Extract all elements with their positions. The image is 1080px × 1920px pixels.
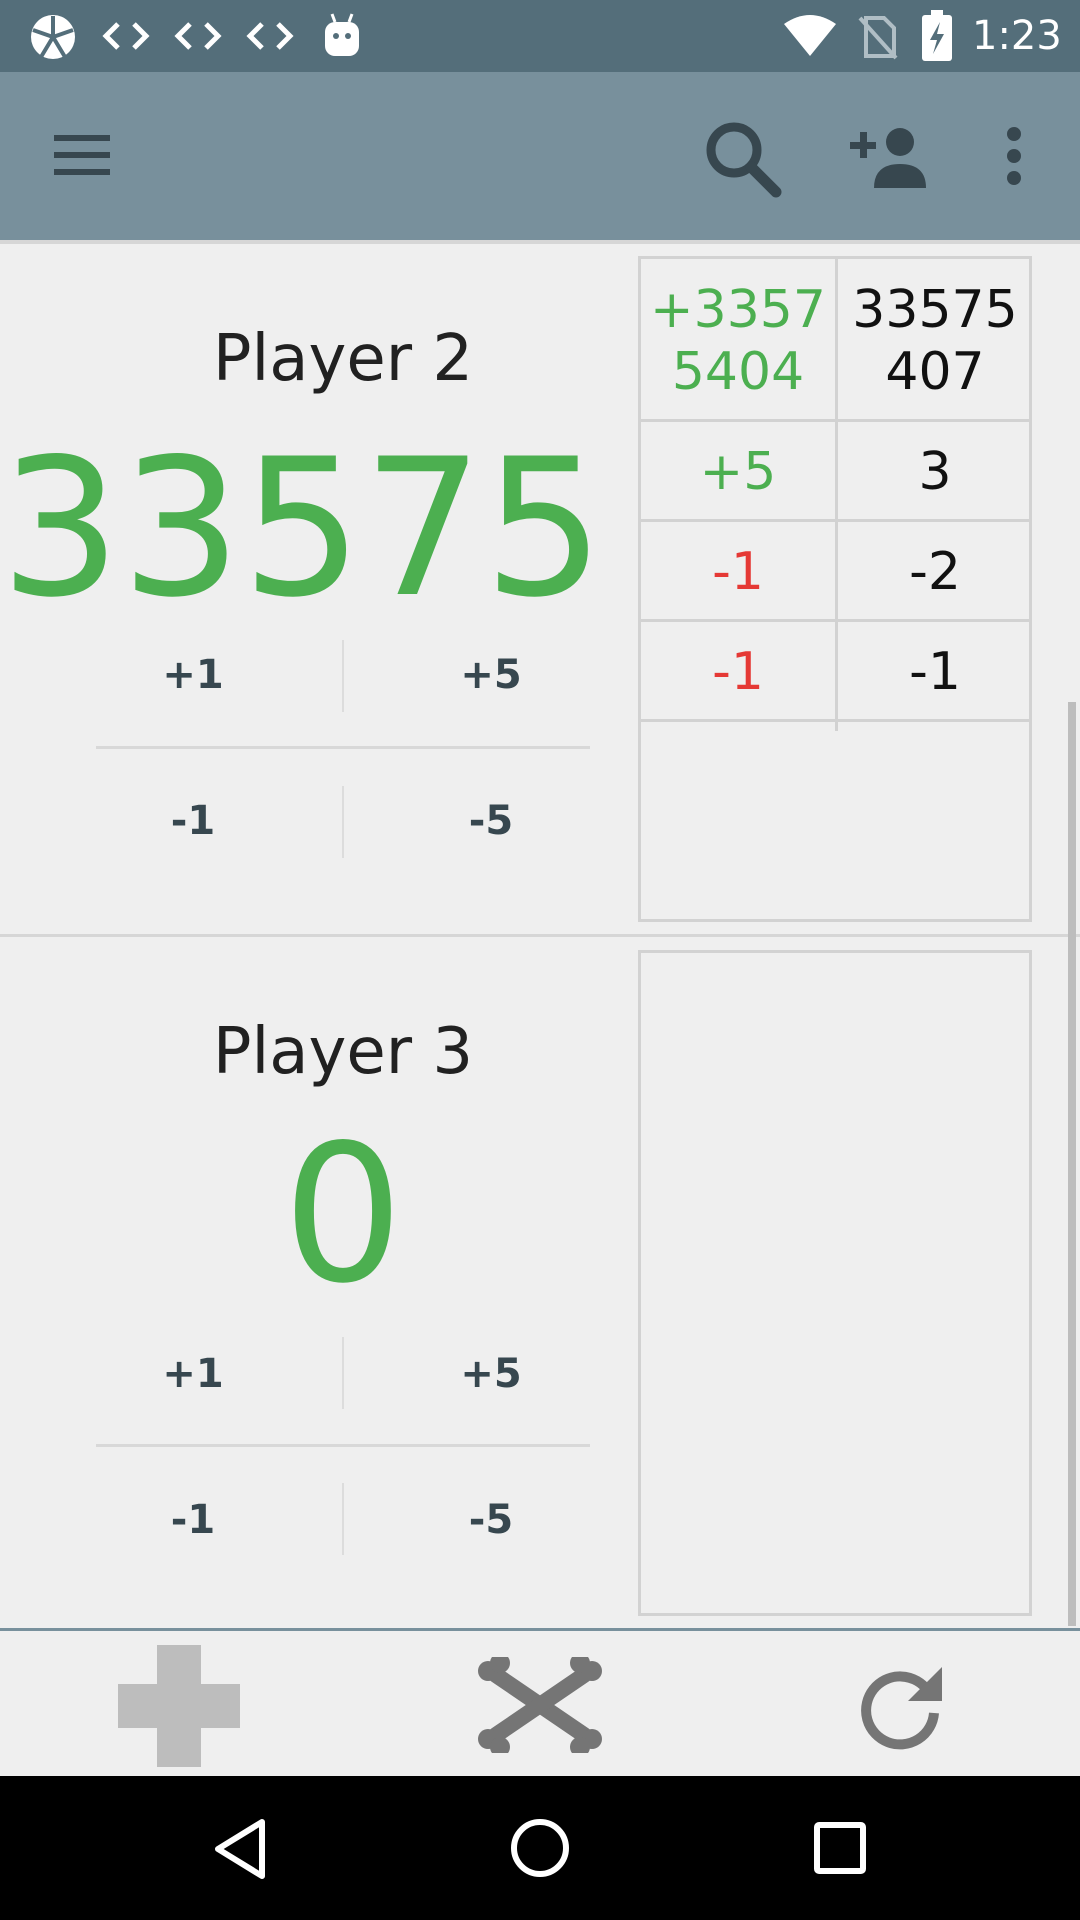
score-history-table[interactable] [638,950,1032,1616]
more-vert-icon[interactable] [998,124,1030,188]
app-logo-icon [31,15,75,59]
row-divider [641,519,1029,522]
button-divider [342,786,344,858]
add-person-icon[interactable] [848,122,928,192]
minus-one-button[interactable]: -1 [93,798,293,844]
row-divider [641,619,1029,622]
scrollbar[interactable] [1068,702,1076,1626]
row-divider [641,419,1029,422]
player-card: Player 3 0 +1 +5 -1 -5 [0,937,1080,1627]
bottom-toolbar [0,1628,1080,1779]
wifi-icon [784,15,836,56]
code-icon [246,22,294,50]
navigation-bar [0,1776,1080,1920]
status-time: 1:23 [972,13,1062,59]
button-divider [342,1337,344,1409]
history-delta-cell: -1 [712,642,764,702]
refresh-icon[interactable] [856,1661,946,1751]
history-delta-cell: +3357 5404 [650,280,826,402]
history-total-cell: 3 [918,442,952,502]
plus-five-button[interactable]: +5 [391,1351,591,1397]
battery-charging-icon [922,10,952,61]
code-icon [174,22,222,50]
history-total-cell: 33575 407 [852,280,1018,402]
button-divider [342,640,344,712]
history-total-cell: -1 [909,642,961,702]
android-icon [325,13,359,56]
plus-one-button[interactable]: +1 [93,1351,293,1397]
score-history-table[interactable]: +3357 5404 33575 407 +5 3 -1 -2 -1 -1 [638,256,1032,922]
button-row-divider [96,746,590,749]
app-bar [0,72,1080,240]
plus-one-button[interactable]: +1 [93,652,293,698]
player-score[interactable]: 33575 [0,419,604,639]
home-icon[interactable] [508,1816,572,1880]
add-icon[interactable] [118,1645,240,1767]
player-card: Player 2 33575 +1 +5 -1 -5 +3357 5404 33… [0,244,1080,936]
recents-icon[interactable] [812,1820,868,1876]
player-name[interactable]: Player 2 [0,322,686,396]
crossbones-icon[interactable] [478,1657,602,1753]
back-icon[interactable] [210,1816,272,1882]
minus-one-button[interactable]: -1 [93,1497,293,1543]
history-delta-cell: -1 [712,542,764,602]
status-bar: 1:23 [0,0,1080,72]
player-name[interactable]: Player 3 [0,1015,686,1089]
no-sim-icon [858,16,898,60]
row-divider [641,719,1029,722]
history-total-cell: -2 [909,542,961,602]
search-icon[interactable] [700,116,784,200]
button-row-divider [96,1444,590,1447]
code-icon [102,22,150,50]
minus-five-button[interactable]: -5 [391,798,591,844]
minus-five-button[interactable]: -5 [391,1497,591,1543]
menu-icon[interactable] [50,127,118,183]
button-divider [342,1483,344,1555]
player-score[interactable]: 0 [0,1105,686,1325]
history-delta-cell: +5 [699,442,777,502]
plus-five-button[interactable]: +5 [391,652,591,698]
